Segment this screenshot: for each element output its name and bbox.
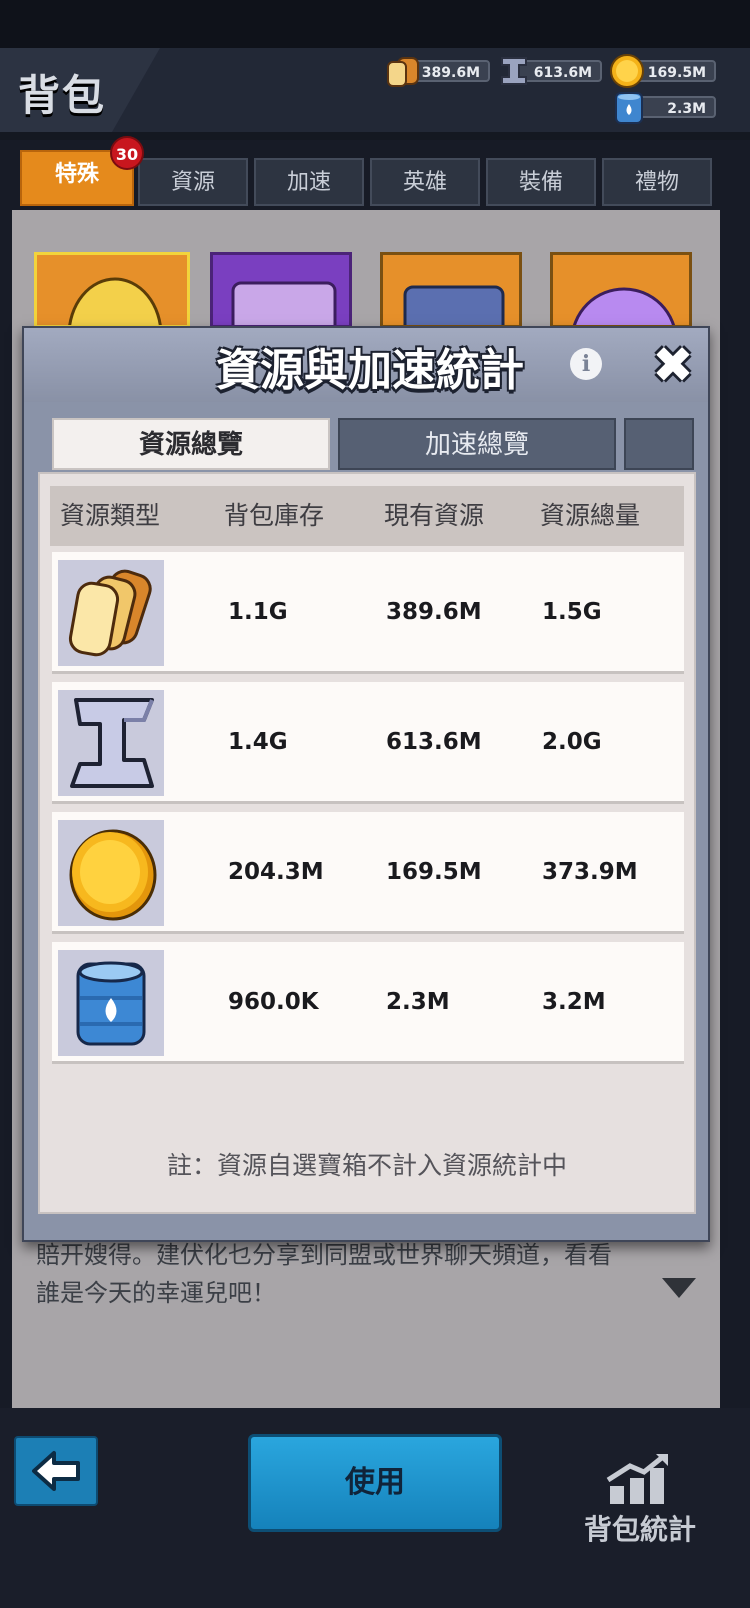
tab-speedup-overview[interactable]: 加速總覽 xyxy=(338,418,616,470)
inventory-item-lock[interactable] xyxy=(380,252,522,328)
total-resource: 2.0G xyxy=(542,729,602,755)
inventory-item-star-coin[interactable] xyxy=(550,252,692,328)
current-resource: 613.6M xyxy=(386,729,482,755)
bread-icon xyxy=(387,57,419,87)
tab-resources[interactable]: 資源 xyxy=(138,158,248,206)
close-icon[interactable]: ✖ xyxy=(650,340,696,390)
bag-stock: 204.3M xyxy=(228,859,324,885)
back-button[interactable] xyxy=(14,1436,98,1506)
chest-icon xyxy=(231,281,337,325)
oil-barrel-icon xyxy=(58,950,164,1056)
col-header-current: 現有資源 xyxy=(384,501,485,530)
total-resource: 1.5G xyxy=(542,599,602,625)
total-resource: 3.2M xyxy=(542,989,606,1015)
dialog-title: 資源與加速統計 xyxy=(216,345,524,396)
page-title: 背包 xyxy=(18,71,107,120)
egg-icon xyxy=(68,277,162,325)
table-row: 960.0K 2.3M 3.2M xyxy=(52,942,684,1064)
col-header-total: 資源總量 xyxy=(540,501,641,530)
tab-count-badge: 30 xyxy=(110,136,144,170)
arrow-left-icon xyxy=(32,1451,80,1491)
resource-note: 註：資源自選寶箱不計入資源統計中 xyxy=(166,1151,567,1180)
lock-icon xyxy=(403,285,505,325)
use-button[interactable]: 使用 xyxy=(248,1434,502,1532)
iron-icon xyxy=(58,690,164,796)
current-resource: 389.6M xyxy=(386,599,482,625)
bag-stock: 960.0K xyxy=(228,989,319,1015)
current-resource: 169.5M xyxy=(386,859,482,885)
table-row: 1.1G 389.6M 1.5G xyxy=(52,552,684,674)
bag-stock: 1.1G xyxy=(228,599,288,625)
gold-coin-icon xyxy=(58,820,164,926)
dialog-header: 資源與加速統計 i ✖ xyxy=(24,328,708,402)
chevron-down-icon[interactable] xyxy=(662,1278,696,1298)
inventory-item-egg[interactable] xyxy=(34,252,190,328)
tab-resource-overview[interactable]: 資源總覽 xyxy=(52,418,330,470)
bag-stats-label: 背包統計 xyxy=(583,1513,696,1546)
stats-chart-icon xyxy=(606,1454,668,1504)
item-description: 賠开嫂得。建伏化乜分享到同盟或世界聊天頻道，看看 誰是今天的幸運兒吧！ xyxy=(36,1241,612,1307)
table-row: 204.3M 169.5M 373.9M xyxy=(52,812,684,934)
bag-stats-button[interactable]: 背包統計 xyxy=(580,1450,700,1550)
tab-speedups[interactable]: 加速 xyxy=(254,158,364,206)
star-coin-icon xyxy=(572,287,676,325)
tab-more[interactable] xyxy=(624,418,694,470)
bag-stock: 1.4G xyxy=(228,729,288,755)
resource-stats-dialog: 資源與加速統計 i ✖ 資源總覽 加速總覽 資源類型 背包庫存 現有資源 資源總… xyxy=(22,326,710,1242)
info-icon[interactable]: i xyxy=(570,348,602,380)
col-header-type: 資源類型 xyxy=(60,501,161,530)
total-resource: 373.9M xyxy=(542,859,638,885)
col-header-bag: 背包庫存 xyxy=(224,501,325,530)
tab-heroes[interactable]: 英雄 xyxy=(370,158,480,206)
gold-coin-icon xyxy=(610,54,644,88)
resource-table-panel: 資源類型 背包庫存 現有資源 資源總量 1.1G 389.6M 1.5G 1.4… xyxy=(38,472,696,1214)
bread-icon xyxy=(58,560,164,666)
inventory-item-chest[interactable] xyxy=(210,252,352,328)
table-row: 1.4G 613.6M 2.0G xyxy=(52,682,684,804)
oil-barrel-icon xyxy=(615,92,643,124)
iron-icon xyxy=(501,57,527,85)
current-resource: 2.3M xyxy=(386,989,450,1015)
tab-gifts[interactable]: 禮物 xyxy=(602,158,712,206)
table-header: 資源類型 背包庫存 現有資源 資源總量 xyxy=(50,486,684,546)
tab-equipment[interactable]: 裝備 xyxy=(486,158,596,206)
